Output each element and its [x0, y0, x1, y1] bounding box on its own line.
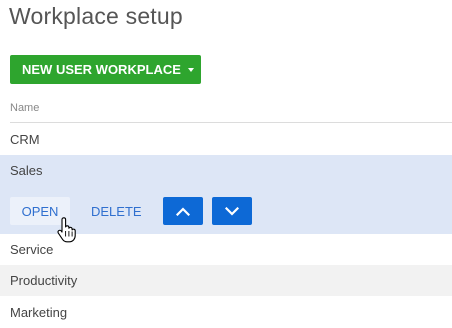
- list-item-label: CRM: [10, 132, 40, 147]
- list-item-label: Productivity: [10, 273, 78, 288]
- row-actions: OPEN DELETE: [10, 197, 252, 225]
- move-up-button[interactable]: [162, 197, 203, 225]
- delete-button[interactable]: DELETE: [91, 204, 142, 219]
- list-item-marketing[interactable]: Marketing: [0, 296, 452, 328]
- header-divider: [10, 122, 452, 123]
- move-down-button[interactable]: [211, 197, 252, 225]
- open-button-label: OPEN: [21, 203, 59, 219]
- new-user-workplace-label: NEW USER WORKPLACE: [22, 62, 181, 77]
- name-column-header: Name: [10, 102, 40, 114]
- list-item-label: Service: [10, 242, 54, 257]
- page-title: Workplace setup: [9, 3, 183, 29]
- new-user-workplace-button[interactable]: NEW USER WORKPLACE: [10, 55, 201, 84]
- list-item-label: Marketing: [10, 304, 68, 320]
- workplace-setup-page: Workplace setup NEW USER WORKPLACE Name …: [0, 0, 452, 328]
- chevron-up-icon: [175, 206, 190, 216]
- caret-down-icon: [187, 68, 194, 72]
- hand-pointer-cursor-icon: [57, 217, 76, 243]
- list-item-productivity[interactable]: Productivity: [0, 265, 452, 296]
- list-item-label: Sales: [10, 163, 43, 178]
- chevron-down-icon: [224, 206, 239, 216]
- list-item-crm[interactable]: CRM: [0, 124, 452, 155]
